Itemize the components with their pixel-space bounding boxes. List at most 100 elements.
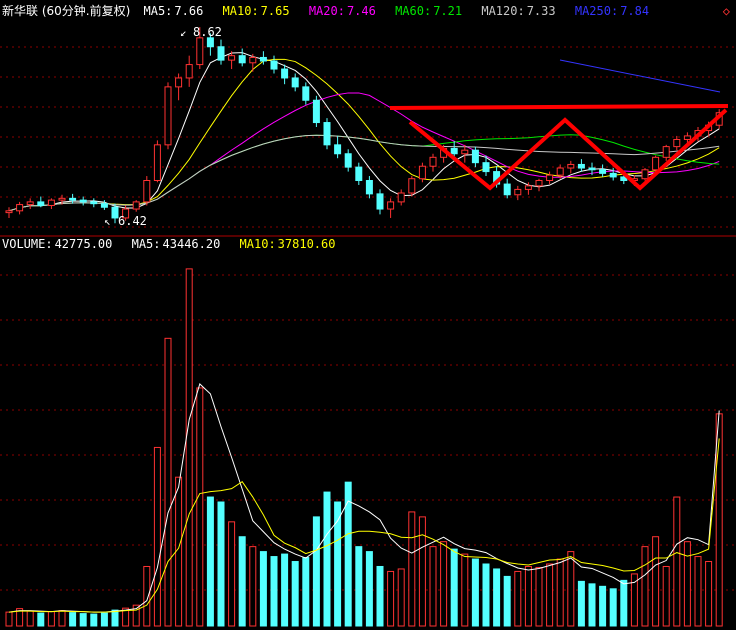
volume-bar: [429, 546, 437, 627]
volume-bar: [164, 337, 172, 627]
ma20-line: [8, 92, 720, 212]
volume-bar: [694, 556, 702, 627]
volume-bar: [100, 612, 108, 627]
volume-bar: [37, 612, 45, 627]
candle-body: [514, 188, 522, 196]
candle-body: [5, 210, 13, 214]
volume-bar: [90, 613, 98, 627]
volume-bar: [206, 496, 214, 627]
candle-body: [143, 180, 151, 203]
candle-body: [206, 37, 214, 48]
candle-body: [482, 162, 490, 173]
ma5-line: [8, 52, 720, 212]
candle-body: [429, 156, 437, 167]
volume-bar: [143, 565, 151, 627]
volume-bar: [111, 609, 119, 627]
candle-body: [641, 169, 649, 180]
candle-body: [397, 192, 405, 203]
volume-bar: [196, 387, 204, 627]
volume-bar: [270, 556, 278, 627]
volume-bar: [514, 570, 522, 627]
candle-body: [408, 178, 416, 194]
candle-body: [376, 193, 384, 210]
vol-ma5-value: 43446.20: [162, 237, 221, 251]
candle-body: [567, 163, 575, 169]
volume-bar: [461, 553, 469, 627]
ma10-indicator: MA10: 7.65: [223, 4, 296, 18]
ma5-label: MA5:: [143, 4, 173, 18]
candle-body: [58, 197, 66, 201]
candle-body: [302, 86, 310, 101]
ma20-label: MA20:: [308, 4, 345, 18]
candle-body: [323, 122, 331, 146]
candle-body: [418, 165, 426, 180]
volume-bar: [217, 501, 225, 627]
volume-bar: [620, 579, 628, 627]
volume-bar: [238, 536, 246, 627]
volume-bar: [630, 573, 638, 627]
volume-bar: [312, 516, 320, 627]
candle-body: [546, 174, 554, 181]
ma120-value: 7.33: [526, 4, 556, 18]
volume-bar: [5, 611, 13, 627]
volume-indicator-header: VOLUME: 42775.00 MA5: 43446.20 MA10: 37810.…: [2, 236, 347, 252]
ma20-indicator: MA20: 7.46: [309, 4, 382, 18]
candle-body: [535, 180, 543, 187]
volume-bar: [577, 580, 585, 627]
candle-body: [16, 204, 24, 212]
ma120-indicator: MA120: 7.33: [481, 4, 561, 18]
ma250-label: MA250:: [574, 4, 619, 18]
candle-body: [217, 46, 225, 61]
candle-body: [69, 197, 77, 201]
candle-body: [164, 86, 172, 146]
volume-bar: [652, 536, 660, 627]
diamond-icon[interactable]: ◇: [723, 3, 730, 19]
price-indicator-header: 新华联 (60分钟.前复权) MA5: 7.66 MA10: 7.65 MA20: 7…: [2, 3, 661, 19]
volume-bar: [397, 568, 405, 627]
kline-chart: 8.62 ↙ 6.42 ↖: [0, 25, 736, 627]
volume-value: 42775.00: [54, 237, 113, 251]
volume-ma10-line: [8, 438, 720, 613]
high-price-label: 8.62: [193, 25, 222, 39]
ma5-indicator: MA5: 7.66: [144, 4, 210, 18]
candle-body: [281, 68, 289, 79]
candle-body: [196, 37, 204, 66]
candle-body: [47, 199, 55, 206]
stock-title: 新华联 (60分钟.前复权): [2, 4, 131, 18]
candle-body: [503, 183, 511, 196]
volume-bar: [715, 413, 723, 627]
candle-body: [524, 185, 532, 190]
vol-ma5-label: MA5:: [131, 237, 161, 251]
candle-body: [588, 167, 596, 171]
volume-bar: [418, 516, 426, 627]
candle-body: [556, 167, 564, 176]
candle-body: [365, 180, 373, 195]
volume-bar: [683, 541, 691, 627]
candle-body: [79, 199, 87, 203]
volume-bar: [673, 496, 681, 627]
ma250-line: [559, 59, 721, 93]
ma60-line: [8, 134, 720, 212]
candle-body: [609, 172, 617, 178]
volume-bar: [79, 613, 87, 627]
candle-body: [175, 77, 183, 88]
candle-body: [577, 163, 585, 169]
candle-body: [259, 56, 267, 62]
ma60-value: 7.21: [433, 4, 463, 18]
volume-bar: [259, 551, 267, 627]
candle-body: [471, 149, 479, 164]
volume-bar: [535, 566, 543, 627]
candle-body: [387, 201, 395, 210]
volume-bar: [365, 551, 373, 627]
volume-bar: [599, 585, 607, 627]
volume-bar: [567, 551, 575, 627]
candle-body: [344, 153, 352, 168]
ma10-line: [8, 58, 720, 212]
candle-body: [450, 147, 458, 155]
volume-bar: [641, 546, 649, 627]
candle-body: [599, 169, 607, 174]
candlestick-series: [5, 27, 723, 224]
volume-bar: [503, 575, 511, 627]
ma250-value: 7.84: [620, 4, 650, 18]
volume-bar: [387, 570, 395, 627]
